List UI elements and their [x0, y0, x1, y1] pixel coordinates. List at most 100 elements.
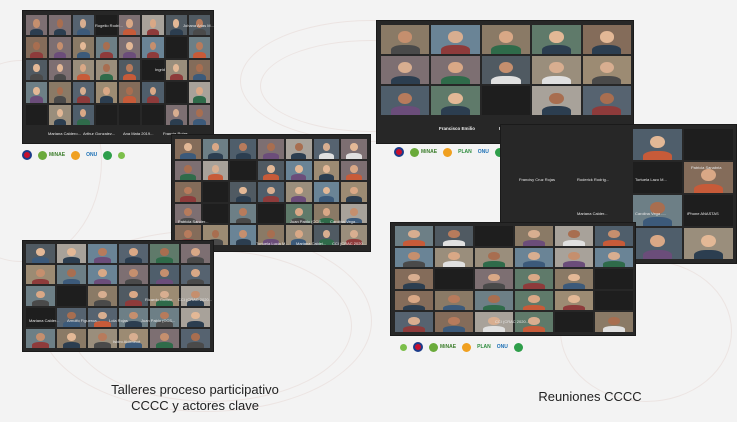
plan-logo-text: PLAN: [458, 149, 472, 155]
participant-face: [33, 64, 40, 73]
participant-face: [129, 269, 138, 278]
participant-body: [30, 74, 43, 81]
participant-body: [30, 51, 43, 58]
participant-video-tile: [181, 286, 210, 306]
participant-name: Tortuela Lucia M...: [256, 241, 289, 246]
participant-face: [528, 316, 540, 325]
participant-face: [67, 269, 76, 278]
participant-video-tile: [582, 55, 631, 85]
participant-name: Rogelio Rodrí...: [95, 23, 123, 28]
participant-body: [31, 299, 50, 306]
participant-face: [267, 164, 275, 173]
onu-logo-text: ONU: [477, 149, 489, 155]
participant-face: [294, 164, 303, 173]
participant-body: [642, 216, 673, 226]
participant-video-tile: [57, 244, 86, 264]
participant-body: [93, 278, 112, 285]
participant-face: [448, 251, 460, 260]
participant-face: [239, 186, 248, 195]
participant-face: [650, 135, 665, 149]
participant-face: [549, 92, 564, 105]
participant-face: [408, 316, 420, 325]
participant-body: [263, 174, 279, 181]
participant-face: [36, 269, 45, 278]
participant-video-tile: [72, 104, 94, 125]
participant-body: [169, 29, 183, 36]
participant-face: [33, 19, 40, 28]
participant-face: [448, 61, 463, 74]
participant-video-tile: [595, 247, 633, 268]
participant-body: [62, 257, 81, 264]
video-grid: [395, 226, 633, 332]
participant-video-tile: [341, 160, 367, 181]
participant-face: [294, 208, 303, 216]
participant-body: [263, 195, 279, 202]
participant-video-tile: [515, 290, 553, 311]
participant-video-tile: [95, 59, 117, 81]
participant-face: [408, 273, 420, 282]
participant-body: [491, 75, 521, 85]
participant-video-tile: [555, 312, 593, 332]
participant-face: [608, 251, 620, 260]
participant-video-tile: [435, 226, 473, 246]
participant-face: [126, 86, 133, 95]
participant-face: [350, 229, 358, 238]
participant-body: [53, 118, 67, 125]
participant-video-tile: [395, 269, 433, 289]
participant-video-tile: [119, 59, 141, 81]
participant-face: [498, 61, 514, 74]
participant-face: [528, 230, 540, 239]
participant-face: [650, 234, 665, 248]
participant-face: [149, 41, 157, 51]
sun-logo: [462, 342, 472, 352]
participant-video-tile: [119, 265, 148, 285]
participant-video-tile: [395, 247, 433, 268]
participant-body: [290, 152, 307, 159]
participant-body: [441, 75, 471, 85]
participant-name: Mariana Caldei...: [296, 241, 327, 246]
participant-face: [103, 86, 110, 95]
participant-body: [53, 29, 67, 36]
participant-body: [30, 29, 43, 36]
participant-name: Francisco Emilio: [439, 126, 476, 131]
participant-body: [193, 51, 206, 58]
participant-face: [196, 86, 203, 95]
participant-body: [592, 75, 622, 85]
participant-body: [541, 75, 571, 85]
participant-body: [402, 239, 426, 246]
zoom-screenshot-right-bottom: CCI (CRAC 2020...: [390, 222, 636, 336]
participant-video-tile: [481, 25, 531, 54]
participant-video-tile: [57, 286, 86, 306]
participant-body: [124, 299, 143, 306]
participant-face: [160, 333, 169, 341]
participant-video-tile: [381, 55, 430, 85]
participant-face: [350, 208, 358, 216]
participant-face: [448, 316, 460, 325]
participant-body: [30, 96, 43, 103]
participant-face: [568, 230, 580, 239]
costa-rica-flag-logo: [22, 150, 32, 160]
participant-video-tile: [475, 269, 513, 289]
participant-video-tile: [381, 25, 430, 54]
participant-video-tile: [181, 244, 210, 264]
participant-face: [196, 64, 203, 73]
logo-strip-right-top: MiNAE PLAN ONU: [394, 147, 504, 157]
participant-face: [196, 109, 203, 118]
participant-video-tile: [341, 182, 367, 202]
participant-body: [693, 249, 724, 259]
participant-face: [160, 248, 169, 256]
participant-face: [599, 61, 615, 74]
participant-body: [562, 282, 586, 289]
participant-video-tile: [165, 59, 187, 81]
participant-video-tile: [175, 139, 201, 159]
participant-name: Mariana Caldero...: [48, 131, 81, 136]
participant-face: [350, 143, 358, 152]
participant-body: [235, 239, 251, 245]
participant-face: [701, 234, 716, 248]
participant-body: [442, 326, 466, 332]
participant-body: [193, 29, 206, 36]
participant-body: [180, 195, 196, 202]
participant-body: [169, 74, 183, 81]
participant-face: [149, 19, 157, 28]
slide: Rogelio Rodrí... Johana Arias M... Ingri…: [0, 0, 737, 422]
